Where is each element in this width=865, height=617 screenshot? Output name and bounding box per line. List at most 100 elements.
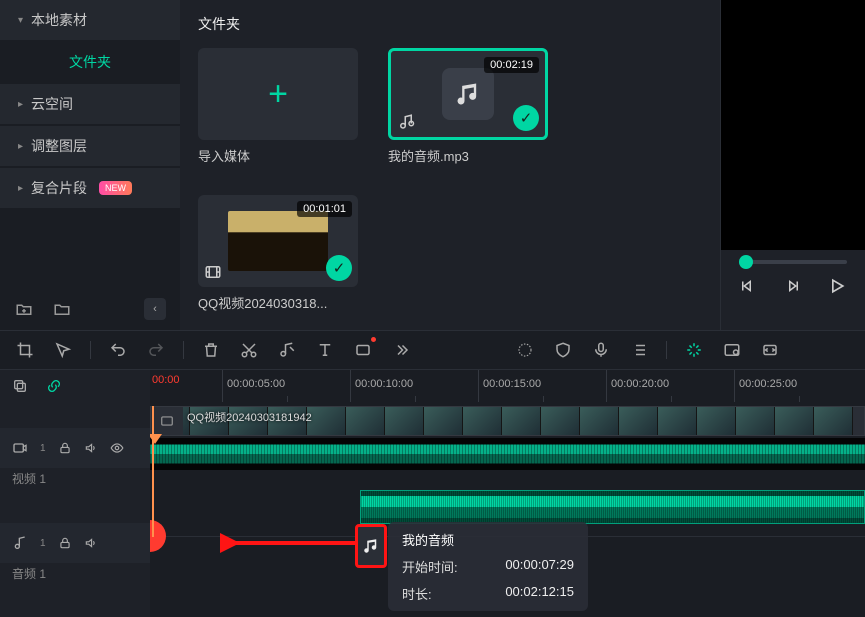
sidebar-item-local[interactable]: ▾ 本地素材 bbox=[0, 0, 180, 40]
audio-track-label: 音频 1 bbox=[0, 563, 150, 584]
cursor-tool-icon[interactable] bbox=[52, 339, 74, 361]
mic-icon[interactable] bbox=[590, 339, 612, 361]
media-clip-video[interactable]: 00:01:01 ✓ QQ视频2024030318... bbox=[198, 195, 358, 312]
clip-start-icon bbox=[151, 407, 183, 435]
timeline-track-headers: 1 视频 1 1 音频 1 bbox=[0, 370, 150, 617]
sidebar-item-adjust[interactable]: ▸ 调整图层 bbox=[0, 126, 180, 166]
collapse-sidebar-button[interactable]: ‹ bbox=[144, 298, 166, 320]
mute-icon[interactable] bbox=[84, 441, 98, 455]
import-media-tile[interactable]: + 导入媒体 bbox=[198, 48, 358, 165]
crop-tool-icon[interactable] bbox=[14, 339, 36, 361]
preview-slider[interactable] bbox=[739, 260, 847, 264]
ruler-zero: 00:00 bbox=[152, 374, 180, 386]
text-icon[interactable] bbox=[314, 339, 336, 361]
delete-icon[interactable] bbox=[200, 339, 222, 361]
folder-icon[interactable] bbox=[52, 299, 72, 319]
new-folder-icon[interactable] bbox=[14, 299, 34, 319]
video-clip[interactable]: QQ视频20240303181942 bbox=[151, 407, 864, 435]
ai-cut-icon[interactable] bbox=[683, 339, 705, 361]
sidebar: ▾ 本地素材 文件夹 ▸ 云空间 ▸ 调整图层 ▸ 复合片段 NEW ‹ bbox=[0, 0, 180, 330]
timeline-tracks[interactable]: 00:00 00:00:05:00 00:00:10:00 00:00:15:0… bbox=[150, 370, 865, 617]
sidebar-item-label: 复合片段 bbox=[31, 178, 87, 198]
video-track-header[interactable]: 1 bbox=[0, 428, 150, 468]
ruler-tick: 00:00:05:00 bbox=[222, 370, 350, 402]
more-icon[interactable] bbox=[390, 339, 412, 361]
slider-knob[interactable] bbox=[739, 255, 753, 269]
clip-duration: 00:02:19 bbox=[484, 57, 539, 73]
preview-panel bbox=[720, 0, 865, 330]
timeline: 1 视频 1 1 音频 1 00:00 00:00:05:00 00:00:10… bbox=[0, 370, 865, 617]
cut-icon[interactable] bbox=[238, 339, 260, 361]
tooltip-title: 我的音频 bbox=[402, 530, 574, 549]
sidebar-bottom: ‹ bbox=[0, 288, 180, 330]
clip-title: QQ视频20240303181942 bbox=[187, 409, 312, 425]
music-icon bbox=[362, 537, 380, 555]
sidebar-item-label: 调整图层 bbox=[31, 136, 87, 156]
sidebar-item-label: 云空间 bbox=[31, 94, 73, 114]
tooltip-start-label: 开始时间: bbox=[402, 557, 458, 576]
chevron-right-icon: ▸ bbox=[18, 99, 23, 110]
waveform bbox=[150, 438, 865, 470]
drag-ghost bbox=[355, 524, 387, 568]
list-icon[interactable] bbox=[628, 339, 650, 361]
tooltip-dur-label: 时长: bbox=[402, 584, 432, 603]
track-count: 1 bbox=[40, 443, 46, 454]
audio-track-header[interactable]: 1 bbox=[0, 523, 150, 563]
video-icon bbox=[12, 440, 28, 456]
clip-name: QQ视频2024030318... bbox=[198, 293, 358, 312]
frame-export-icon[interactable] bbox=[721, 339, 743, 361]
video-track[interactable]: QQ视频20240303181942 bbox=[150, 406, 865, 436]
ruler-tick: 00:00:25:00 bbox=[734, 370, 862, 402]
clip-name: 我的音频.mp3 bbox=[388, 146, 548, 165]
new-badge: NEW bbox=[99, 181, 132, 195]
audio-track[interactable] bbox=[150, 490, 865, 524]
sidebar-item-label: 本地素材 bbox=[31, 10, 87, 30]
prev-frame-button[interactable] bbox=[739, 277, 757, 295]
redo-icon[interactable] bbox=[145, 339, 167, 361]
undo-icon[interactable] bbox=[107, 339, 129, 361]
video-track-label: 视频 1 bbox=[0, 468, 150, 489]
media-clip-audio[interactable]: 00:02:19 ✓ 我的音频.mp3 bbox=[388, 48, 548, 165]
music-icon bbox=[442, 68, 494, 120]
import-label: 导入媒体 bbox=[198, 146, 358, 165]
drag-tooltip: 我的音频 开始时间: 00:00:07:29 时长: 00:02:12:15 bbox=[388, 522, 588, 611]
play-button[interactable] bbox=[827, 276, 847, 296]
ruler-tick: 00:00:20:00 bbox=[606, 370, 734, 402]
eye-icon[interactable] bbox=[110, 441, 124, 455]
check-icon: ✓ bbox=[513, 105, 539, 131]
sidebar-item-cloud[interactable]: ▸ 云空间 bbox=[0, 84, 180, 124]
smart-icon[interactable] bbox=[514, 339, 536, 361]
fit-icon[interactable] bbox=[759, 339, 781, 361]
plus-icon: + bbox=[268, 75, 288, 114]
lock-icon[interactable] bbox=[58, 441, 72, 455]
timeline-toolbar bbox=[0, 330, 865, 370]
sidebar-item-compound[interactable]: ▸ 复合片段 NEW bbox=[0, 168, 180, 208]
linked-audio-track[interactable] bbox=[150, 438, 865, 470]
mute-icon[interactable] bbox=[84, 536, 98, 550]
video-thumbnail bbox=[228, 211, 328, 271]
playhead[interactable] bbox=[152, 406, 154, 537]
tooltip-dur-value: 00:02:12:15 bbox=[505, 584, 574, 603]
track-count: 1 bbox=[40, 538, 46, 549]
audio-beat-icon[interactable] bbox=[276, 339, 298, 361]
video-type-icon bbox=[204, 263, 222, 281]
audio-clip[interactable] bbox=[360, 490, 865, 524]
rect-icon[interactable] bbox=[352, 339, 374, 361]
audio-type-icon bbox=[397, 113, 415, 131]
preview-canvas[interactable] bbox=[721, 0, 865, 250]
check-icon: ✓ bbox=[326, 255, 352, 281]
shield-icon[interactable] bbox=[552, 339, 574, 361]
media-browser: 文件夹 + 导入媒体 00:02:19 ✓ 我的音频.m bbox=[180, 0, 720, 330]
sidebar-item-label: 文件夹 bbox=[69, 52, 111, 72]
duplicate-icon[interactable] bbox=[12, 378, 28, 394]
media-heading: 文件夹 bbox=[198, 14, 702, 34]
link-icon[interactable] bbox=[46, 378, 62, 394]
tooltip-start-value: 00:00:07:29 bbox=[505, 557, 574, 576]
chevron-right-icon: ▸ bbox=[18, 183, 23, 194]
clip-duration: 00:01:01 bbox=[297, 201, 352, 217]
timeline-ruler[interactable]: 00:00 00:00:05:00 00:00:10:00 00:00:15:0… bbox=[150, 370, 865, 402]
lock-icon[interactable] bbox=[58, 536, 72, 550]
ruler-tick: 00:00:10:00 bbox=[350, 370, 478, 402]
sidebar-item-folder[interactable]: 文件夹 bbox=[0, 42, 180, 82]
next-frame-button[interactable] bbox=[783, 277, 801, 295]
